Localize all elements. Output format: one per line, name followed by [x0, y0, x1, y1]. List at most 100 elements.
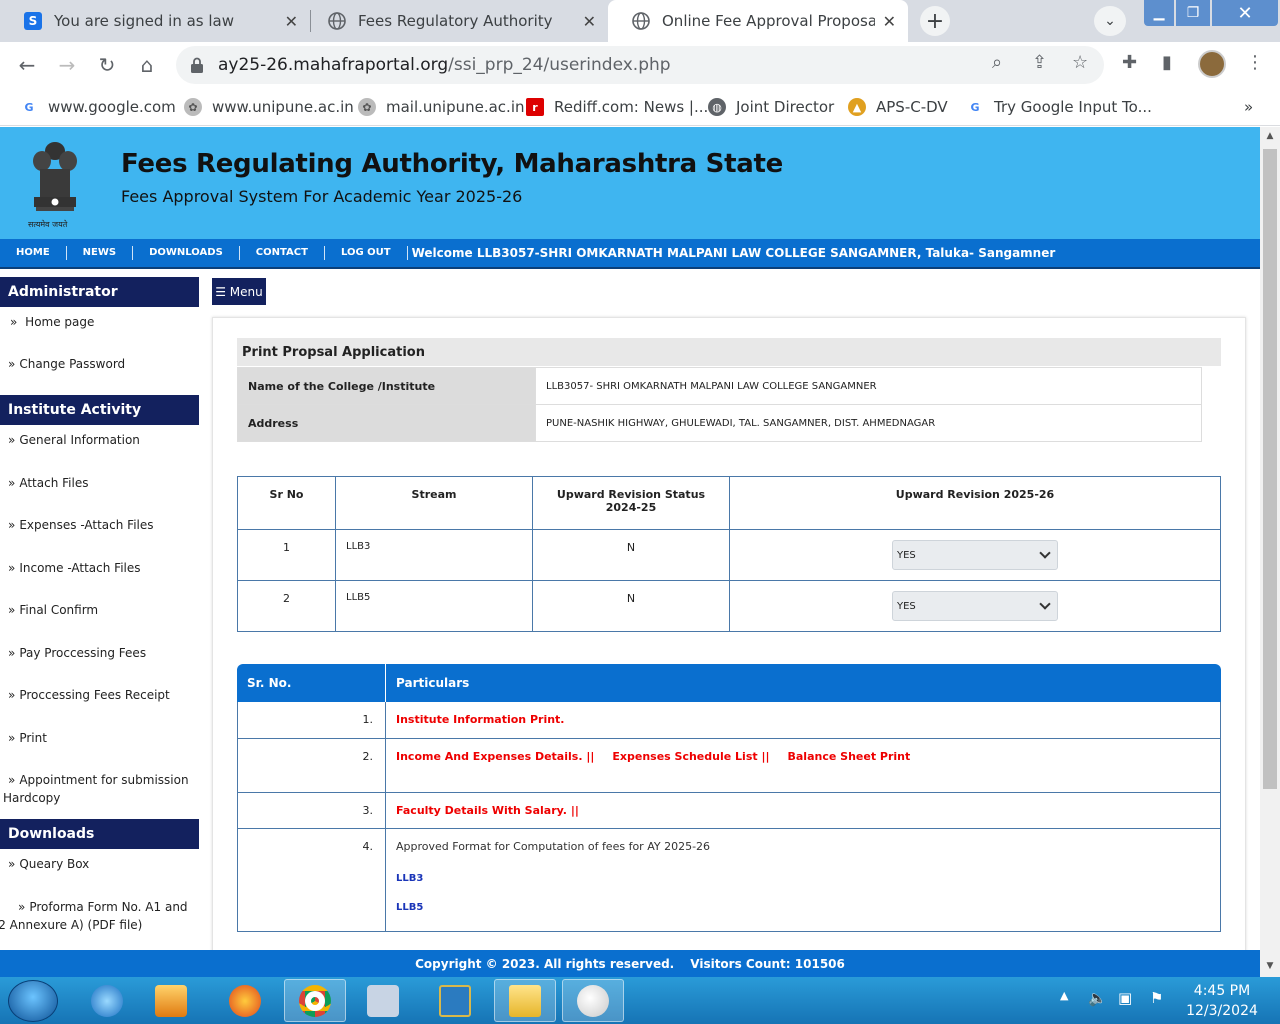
avatar[interactable] — [1198, 50, 1226, 78]
particulars-cell: Faculty Details With Salary. || — [385, 793, 1221, 829]
sidebar-item-fees-receipt[interactable]: » Proccessing Fees Receipt — [0, 680, 199, 723]
close-icon[interactable]: ✕ — [583, 12, 596, 31]
table-row: 2 LLB5 N YES — [237, 580, 1221, 632]
sidebar-item-print[interactable]: » Print — [0, 723, 199, 765]
share-icon[interactable]: ⇪ — [1032, 52, 1047, 73]
nav-downloads[interactable]: DOWNLOADS — [133, 246, 240, 260]
window-close-button[interactable]: ✕ — [1212, 0, 1278, 26]
nav-home[interactable]: HOME — [0, 246, 67, 260]
bookmark-aps[interactable]: ▲ APS-C-DV — [848, 96, 948, 118]
page-scrollbar[interactable]: ▲ ▼ — [1260, 127, 1280, 977]
star-icon[interactable]: ☆ — [1072, 52, 1088, 73]
sidebar-item-attach-files[interactable]: » Attach Files — [0, 468, 199, 510]
ie-icon[interactable] — [76, 979, 138, 1022]
sidebar-item-expenses-attach[interactable]: » Expenses -Attach Files — [0, 510, 199, 553]
bookmark-joint-director[interactable]: ◍ Joint Director — [708, 96, 834, 118]
back-button[interactable]: ← — [12, 50, 42, 80]
globe-icon: ◍ — [708, 98, 726, 116]
bookmark-rediff[interactable]: r Rediff.com: News |... — [526, 96, 708, 118]
bookmark-google[interactable]: Gwww.google.com — [20, 96, 175, 118]
network-icon[interactable]: ▣ — [1118, 989, 1132, 1007]
sidebar-item-home-page[interactable]: » Home page — [0, 307, 199, 349]
particulars-cell: Institute Information Print. — [385, 702, 1221, 739]
volume-icon[interactable]: 🔈 — [1088, 989, 1107, 1007]
scrollbar-thumb[interactable] — [1263, 149, 1277, 789]
expenses-schedule-link[interactable]: Expenses Schedule List || — [612, 750, 769, 763]
table-row: 3. Faculty Details With Salary. || — [237, 793, 1221, 829]
tab-fees-authority[interactable]: Fees Regulatory Authority ✕ — [304, 0, 608, 42]
sidebar-item-change-password[interactable]: » Change Password — [0, 349, 199, 395]
system-clock[interactable]: 4:45 PM 12/3/2024 — [1182, 981, 1262, 1021]
stream-cell: LLB5 — [335, 580, 533, 632]
media-player-icon[interactable] — [140, 979, 202, 1022]
institute-info-print-link[interactable]: Institute Information Print. — [396, 713, 565, 726]
sidebar-heading-administrator: Administrator — [0, 277, 199, 307]
action-center-icon[interactable]: ⚑ — [1150, 989, 1163, 1007]
file-explorer-icon[interactable] — [494, 979, 556, 1022]
table-row: 2. Income And Expenses Details. || Expens… — [237, 739, 1221, 793]
faculty-details-link[interactable]: Faculty Details With Salary. || — [396, 804, 579, 817]
bookmark-label: Try Google Input To... — [994, 98, 1152, 116]
revision-select-llb5[interactable]: YES — [892, 591, 1058, 621]
llb5-format-link[interactable]: LLB5 — [396, 902, 1220, 913]
revision-select-llb3[interactable]: YES — [892, 540, 1058, 570]
table-row: 4. Approved Format for Computation of fe… — [237, 829, 1221, 932]
sidebar-item-general-information[interactable]: » General Information — [0, 425, 199, 468]
row-number: 3. — [237, 793, 385, 829]
app-lambda-icon[interactable] — [352, 979, 414, 1022]
paint-icon[interactable] — [562, 979, 624, 1022]
menu-button[interactable]: ☰ Menu — [212, 278, 266, 305]
llb3-format-link[interactable]: LLB3 — [396, 873, 1220, 884]
sidebar-heading-institute-activity: Institute Activity — [0, 395, 199, 425]
tab-strip: S You are signed in as law ✕ Fees Regula… — [0, 0, 1280, 42]
tab-signed-in[interactable]: S You are signed in as law ✕ — [0, 0, 310, 42]
tray-expand-icon[interactable]: ▲ — [1060, 989, 1068, 1002]
windows-start-icon[interactable] — [8, 980, 58, 1022]
app-emblem-icon[interactable] — [424, 979, 486, 1022]
table-row: Address PUNE-NASHIK HIGHWAY, GHULEWADI, … — [237, 404, 1202, 442]
college-info-table: Name of the College /Institute LLB3057- … — [237, 367, 1202, 442]
scroll-down-icon[interactable]: ▼ — [1260, 957, 1280, 975]
close-icon[interactable]: ✕ — [285, 12, 298, 31]
forward-button[interactable]: → — [52, 50, 82, 80]
home-button[interactable]: ⌂ — [132, 50, 162, 80]
reload-button[interactable]: ↻ — [92, 50, 122, 80]
nav-contact[interactable]: CONTACT — [240, 246, 325, 260]
sidebar-item-final-confirm[interactable]: » Final Confirm — [0, 595, 199, 638]
sidebar-item-query-box[interactable]: » Queary Box — [0, 849, 199, 892]
select-value: YES — [897, 600, 916, 612]
bookmark-label: APS-C-DV — [876, 98, 948, 116]
chrome-icon[interactable] — [284, 979, 346, 1022]
nav-news[interactable]: NEWS — [67, 246, 134, 260]
tab-search-button[interactable]: ⌄ — [1094, 6, 1126, 36]
particulars-cell: Income And Expenses Details. || Expenses … — [385, 739, 1221, 793]
bookmark-unipune[interactable]: ✿ www.unipune.ac.in — [184, 96, 354, 118]
extensions-icon[interactable]: ✚ — [1122, 52, 1137, 73]
bookmark-mail-unipune[interactable]: ✿ mail.unipune.ac.in — [358, 96, 525, 118]
restore-button[interactable]: ❐ — [1176, 0, 1210, 26]
zoom-icon[interactable]: ⌕ — [992, 52, 1002, 73]
nav-logout[interactable]: LOG OUT — [325, 246, 408, 260]
income-expenses-link[interactable]: Income And Expenses Details. || — [396, 750, 594, 763]
side-panel-icon[interactable]: ▮ — [1162, 52, 1172, 73]
minimize-button[interactable]: ▁ — [1144, 0, 1174, 26]
scroll-up-icon[interactable]: ▲ — [1260, 127, 1280, 145]
sidebar-item-proforma[interactable]: » Proforma Form No. A1 and A2 Annexure A)… — [0, 892, 199, 938]
rediff-icon: r — [526, 98, 544, 116]
sidebar-item-income-attach[interactable]: » Income -Attach Files — [0, 553, 199, 595]
address-bar[interactable]: ay25-26.mahafraportal.org/ssi_prp_24/use… — [176, 46, 1104, 84]
tab-online-fee-approval[interactable]: Online Fee Approval Proposal Po ✕ — [608, 0, 908, 42]
sidebar-item-appointment[interactable]: » Appointment for submission Hardcopy — [0, 765, 199, 819]
new-tab-button[interactable]: + — [920, 6, 950, 36]
balance-sheet-link[interactable]: Balance Sheet Print — [788, 750, 911, 763]
revision-cell: YES — [729, 529, 1221, 581]
bookmark-google-input[interactable]: G Try Google Input To... — [966, 96, 1152, 118]
table-header-row: Sr. No. Particulars — [237, 664, 1221, 702]
table-header-row: Sr No Stream Upward Revision Status 2024… — [237, 476, 1221, 530]
bookmarks-overflow[interactable]: » — [1244, 96, 1253, 118]
sidebar-item-pay-fees[interactable]: » Pay Proccessing Fees — [0, 638, 199, 680]
more-menu-icon[interactable]: ⋮ — [1246, 52, 1264, 73]
globe-icon — [632, 12, 650, 30]
firefox-icon[interactable] — [214, 979, 276, 1022]
close-icon[interactable]: ✕ — [883, 12, 896, 31]
